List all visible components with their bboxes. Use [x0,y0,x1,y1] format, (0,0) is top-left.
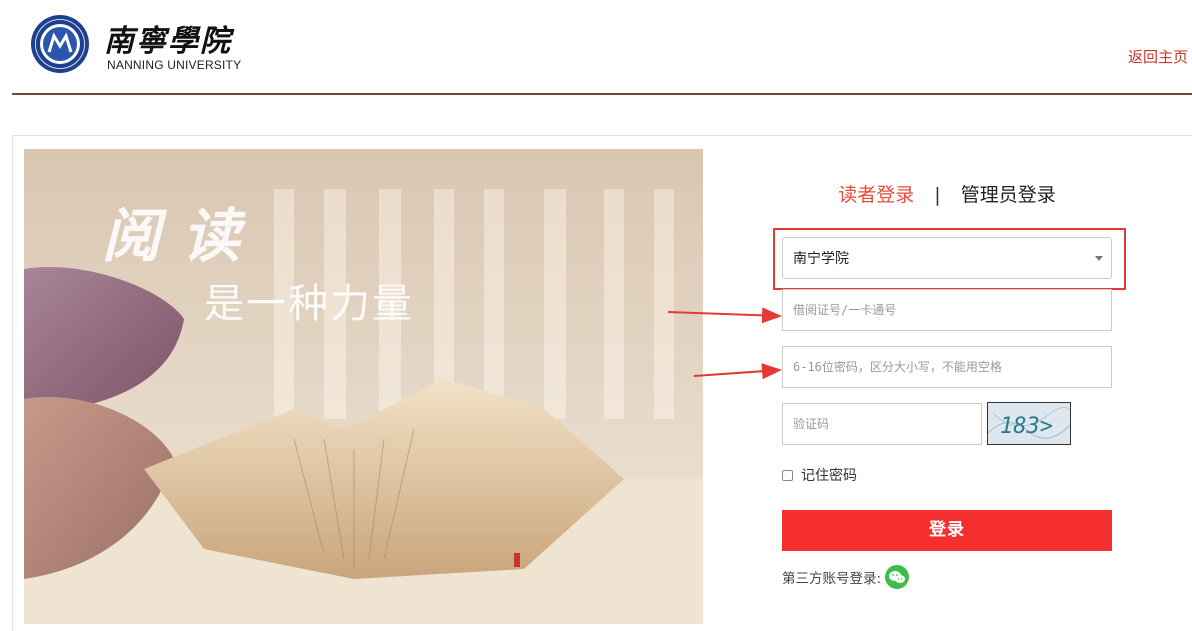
school-select[interactable]: 南宁学院 [782,237,1112,279]
checkbox-icon[interactable] [782,469,793,481]
chevron-down-icon [1095,256,1103,261]
captcha-graphic: 183> [988,403,1070,444]
password-input[interactable]: 6-16位密码，区分大小写，不能用空格 [782,346,1112,388]
third-party-login: 第三方账号登录: [782,565,910,589]
hero-subtitle: 是一种力量 [204,281,414,327]
card-number-input[interactable]: 借阅证号/一卡通号 [782,289,1112,331]
return-home-link[interactable]: 返回主页 [1128,46,1188,67]
password-placeholder: 6-16位密码，区分大小写，不能用空格 [793,360,1002,374]
page-header: 南寧學院 NANNING UNIVERSITY 返回主页 [0,0,1192,96]
captcha-image[interactable]: 183> [987,402,1071,445]
university-seal-icon [31,15,89,73]
tab-separator: | [934,184,941,206]
header-divider [12,93,1192,95]
captcha-input[interactable]: 验证码 [782,403,982,445]
wechat-icon[interactable] [885,565,910,589]
annotation-arrows [667,307,782,380]
login-button[interactable]: 登录 [782,510,1112,551]
remember-password[interactable]: 记住密码 [782,465,857,485]
captcha-text: 183> [1000,414,1053,439]
hero-image: 阅读 是一种力量 [24,149,703,624]
hero-title: 阅读 [102,202,263,270]
third-party-label: 第三方账号登录: [782,571,882,587]
school-select-value: 南宁学院 [793,251,849,267]
logo-chinese-name: 南寧學院 [104,24,232,59]
remember-password-label: 记住密码 [801,468,857,484]
logo-english-name: NANNING UNIVERSITY [107,58,242,72]
tab-admin-login[interactable]: 管理员登录 [961,184,1056,206]
tab-reader-login[interactable]: 读者登录 [838,184,914,206]
login-tabs: 读者登录 | 管理员登录 [782,180,1112,207]
captcha-placeholder: 验证码 [793,417,830,431]
card-number-placeholder: 借阅证号/一卡通号 [793,303,897,317]
